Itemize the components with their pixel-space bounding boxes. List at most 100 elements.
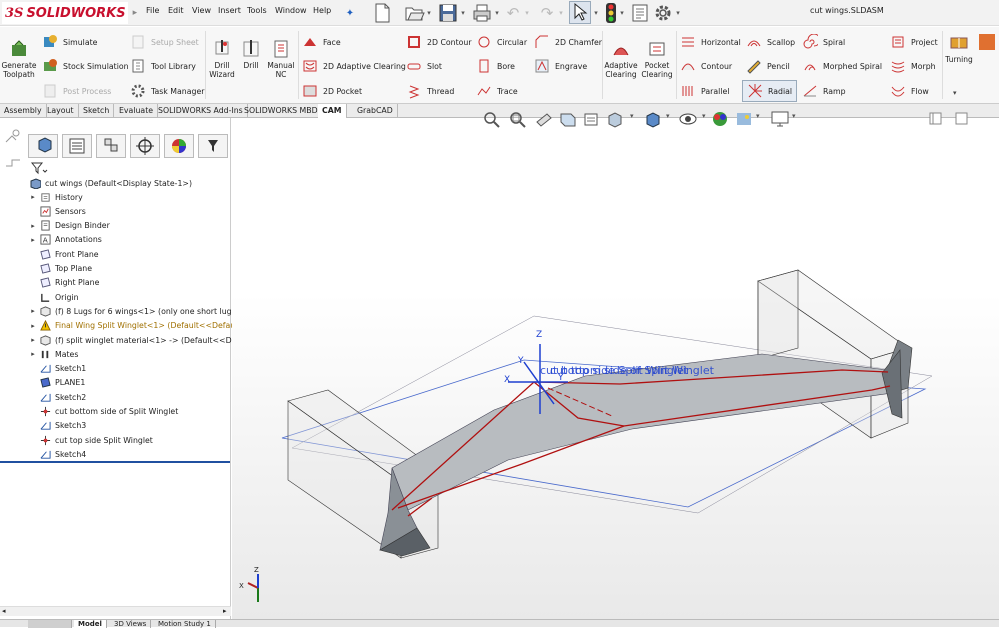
menu-edit[interactable]: Edit: [168, 6, 184, 15]
2d-contour-button[interactable]: 2D Contour: [406, 34, 472, 50]
task-manager-button[interactable]: Task Manager: [130, 83, 204, 99]
tab-assembly[interactable]: Assembly: [0, 104, 47, 118]
save-dropdown-icon[interactable]: ▾: [459, 2, 467, 24]
tab-cam-manager[interactable]: [198, 134, 228, 158]
contour-button[interactable]: Contour: [680, 58, 732, 74]
expand-arrow-icon[interactable]: ▸: [28, 350, 38, 358]
scallop-button[interactable]: Scallop: [746, 34, 795, 50]
redo-icon[interactable]: ↷: [537, 2, 557, 24]
spiral-button[interactable]: Spiral: [802, 34, 845, 50]
open-icon[interactable]: [404, 3, 426, 23]
solidworks-logo[interactable]: 3S SOLIDWORKS ▸: [2, 2, 137, 24]
model-scene[interactable]: Z Y X Y cut bottom side of Split Winglet…: [232, 118, 999, 619]
morphed-spiral-button[interactable]: Morphed Spiral: [802, 58, 882, 74]
tree-item[interactable]: Top Plane: [28, 262, 92, 276]
parallel-button[interactable]: Parallel: [680, 83, 729, 99]
rebuild-dropdown-icon[interactable]: ▾: [618, 2, 626, 24]
menu-tools[interactable]: Tools: [247, 6, 267, 15]
tab-dimxpert-manager[interactable]: [130, 134, 160, 158]
flow-button[interactable]: Flow: [890, 83, 929, 99]
tree-item[interactable]: PLANE1: [28, 376, 85, 390]
menu-window[interactable]: Window: [275, 6, 307, 15]
turning-button[interactable]: Turning: [943, 33, 975, 64]
redo-dropdown-icon[interactable]: ▾: [557, 2, 565, 24]
tree-item[interactable]: ▸ Mates: [28, 347, 78, 361]
stock-simulation-button[interactable]: Stock Simulation: [42, 58, 129, 74]
generate-toolpath-button[interactable]: Generate Toolpath: [1, 39, 37, 79]
tree-item[interactable]: Sketch3: [28, 419, 86, 433]
circular-button[interactable]: Circular: [476, 34, 527, 50]
expand-arrow-icon[interactable]: ▸: [28, 236, 38, 244]
tree-item[interactable]: Sketch1: [28, 362, 86, 376]
2d-pocket-button[interactable]: 2D Pocket: [302, 83, 362, 99]
tree-item[interactable]: Sketch4: [28, 447, 86, 461]
tree-item[interactable]: cut top side Split Winglet: [28, 433, 153, 447]
expand-arrow-icon[interactable]: ▸: [28, 322, 38, 330]
ribbon-extra-icon[interactable]: [976, 31, 998, 53]
tab-feature-tree[interactable]: [28, 134, 58, 158]
tab-layout[interactable]: Layout: [43, 104, 79, 118]
menu-insert[interactable]: Insert: [218, 6, 241, 15]
tab-cam[interactable]: CAM: [318, 104, 347, 118]
print-icon[interactable]: [472, 3, 492, 23]
tree-item[interactable]: Front Plane: [28, 247, 99, 261]
flyout-line-icon[interactable]: [4, 154, 22, 170]
radial-button[interactable]: Radial: [742, 80, 798, 102]
simulate-button[interactable]: Simulate: [42, 34, 97, 50]
tab-solidworks-mbd[interactable]: SOLIDWORKS MBD: [240, 104, 323, 118]
drill-wizard-button[interactable]: Drill Wizard: [208, 39, 236, 79]
trace-button[interactable]: Trace: [476, 83, 518, 99]
open-dropdown-icon[interactable]: ▾: [425, 2, 433, 24]
pocket-clearing-button[interactable]: Pocket Clearing: [640, 39, 674, 79]
2d-adaptive-clearing-button[interactable]: 2D Adaptive Clearing: [302, 58, 406, 74]
tab-sketch[interactable]: Sketch: [79, 104, 115, 118]
options-dropdown-icon[interactable]: ▾: [674, 2, 682, 24]
tab-configuration-manager[interactable]: [96, 134, 126, 158]
select-dropdown-icon[interactable]: ▾: [592, 2, 600, 24]
ramp-button[interactable]: Ramp: [802, 83, 846, 99]
rebuild-traffic-light-icon[interactable]: [604, 2, 618, 24]
morph-button[interactable]: Morph: [890, 58, 936, 74]
pin-icon[interactable]: ✦: [343, 2, 357, 24]
expand-arrow-icon[interactable]: ▸: [28, 307, 38, 315]
file-properties-icon[interactable]: [630, 3, 650, 23]
tree-item[interactable]: ▸ Final Wing Split Winglet<1> (Default<<D…: [28, 319, 235, 333]
tree-item[interactable]: ▸ (f) 8 Lugs for 6 wings<1> (only one sho…: [28, 304, 238, 318]
tree-filter-icon[interactable]: [30, 161, 48, 175]
tree-item[interactable]: ▸ (f) split winglet material<1> -> (Defau…: [28, 333, 239, 347]
tab-solidworks-addins[interactable]: SOLIDWORKS Add-Ins: [154, 104, 248, 118]
2d-chamfer-button[interactable]: 2D Chamfer: [534, 34, 602, 50]
drill-button[interactable]: Drill: [240, 39, 262, 70]
options-gear-icon[interactable]: [653, 3, 673, 23]
pencil-button[interactable]: Pencil: [746, 58, 790, 74]
project-button[interactable]: Project: [890, 34, 938, 50]
graphics-area[interactable]: ▾ ▾ ▾ ▾ ▾ Z Y X Y cut bottom side of Spl…: [232, 111, 999, 619]
select-button[interactable]: [569, 1, 591, 24]
horizontal-scrollbar[interactable]: ◂ ▸: [0, 606, 231, 616]
expand-arrow-icon[interactable]: ▸: [28, 222, 38, 230]
scroll-right-icon[interactable]: ▸: [223, 607, 227, 615]
scroll-left-icon[interactable]: ◂: [2, 607, 6, 615]
undo-dropdown-icon[interactable]: ▾: [523, 2, 531, 24]
face-button[interactable]: Face: [302, 34, 341, 50]
tab-grabcad[interactable]: GrabCAD: [353, 104, 398, 118]
logo-menu-arrow-icon[interactable]: ▸: [133, 8, 138, 18]
post-process-button[interactable]: Post Process: [42, 83, 111, 99]
thread-button[interactable]: Thread: [406, 83, 454, 99]
new-document-icon[interactable]: [372, 3, 392, 23]
tab-property-manager[interactable]: [62, 134, 92, 158]
tree-item[interactable]: ▸ Design Binder: [28, 219, 110, 233]
print-dropdown-icon[interactable]: ▾: [493, 2, 501, 24]
tree-item[interactable]: Right Plane: [28, 276, 99, 290]
engrave-button[interactable]: Engrave: [534, 58, 587, 74]
undo-icon[interactable]: ↶: [503, 2, 523, 24]
save-icon[interactable]: [438, 3, 458, 23]
adaptive-clearing-button[interactable]: Adaptive Clearing: [604, 39, 638, 79]
horizontal-button[interactable]: Horizontal: [680, 34, 741, 50]
tree-item[interactable]: ▸ A Annotations: [28, 233, 102, 247]
tab-display-manager[interactable]: [164, 134, 194, 158]
tree-root[interactable]: cut wings (Default<Display State-1>): [28, 176, 192, 190]
bore-button[interactable]: Bore: [476, 58, 515, 74]
tool-library-button[interactable]: Tool Library: [130, 58, 196, 74]
tree-item[interactable]: Sketch2: [28, 390, 86, 404]
